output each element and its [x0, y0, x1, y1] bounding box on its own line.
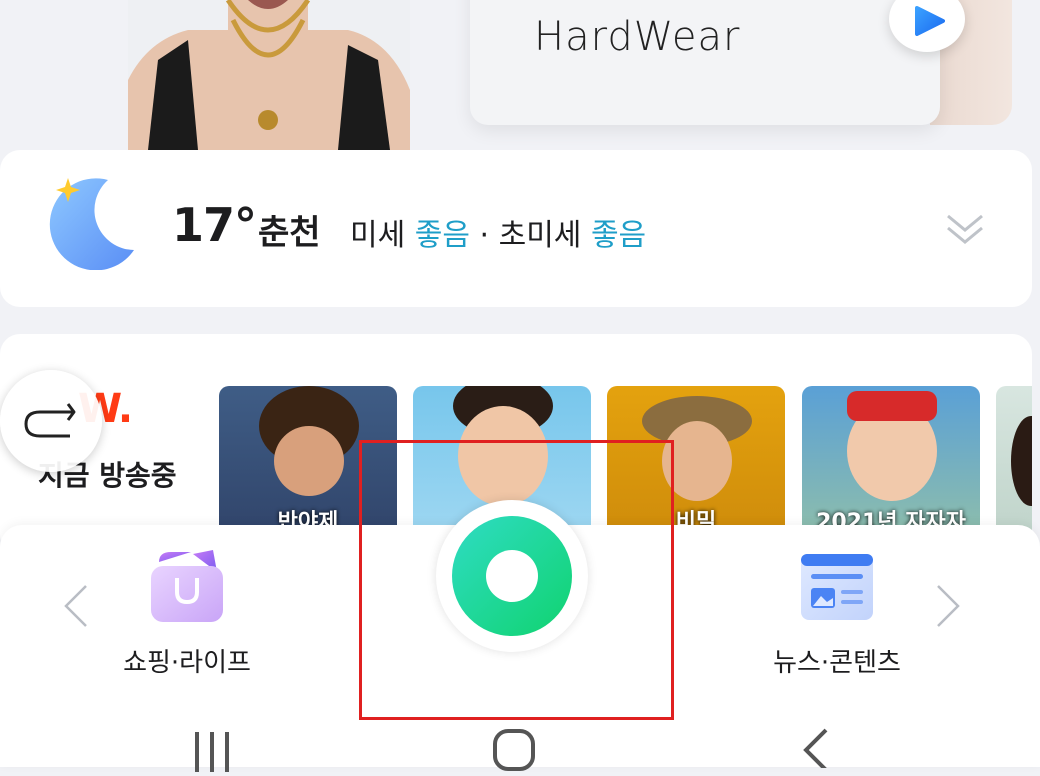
shopping-life-item[interactable]: 쇼핑·라이프 [110, 548, 264, 679]
return-arrow-icon [24, 403, 76, 438]
ultrafine-dust-label: 초미세 [498, 218, 582, 253]
news-content-label: 뉴스·콘텐츠 [773, 648, 901, 678]
banner-model-image [128, 0, 410, 150]
moon-icon [49, 178, 134, 270]
temperature: 17° [172, 198, 257, 252]
ad-banner[interactable]: HardWear [0, 0, 1040, 150]
system-navigation-bar [0, 720, 1040, 772]
news-icon [801, 554, 873, 620]
ultrafine-dust-value: 좋음 [590, 218, 647, 253]
chevron-right-icon[interactable] [934, 584, 962, 628]
separator: · [479, 218, 490, 253]
return-button[interactable] [0, 370, 102, 472]
shopping-life-label: 쇼핑·라이프 [123, 648, 251, 678]
double-chevron-down-icon[interactable] [944, 210, 986, 248]
banner-title: HardWear [534, 14, 741, 60]
fine-dust-label: 미세 [350, 218, 406, 253]
news-content-item[interactable]: 뉴스·콘텐츠 [760, 552, 914, 679]
weather-card[interactable]: 17° 춘천 미세 좋음 · 초미세 좋음 [0, 150, 1032, 307]
recent-apps-icon[interactable] [192, 732, 232, 772]
shopping-bag-icon [151, 550, 223, 622]
chevron-left-icon[interactable] [62, 584, 90, 628]
back-icon[interactable] [800, 728, 830, 772]
play-icon [915, 6, 945, 36]
air-quality: 미세 좋음 · 초미세 좋음 [350, 210, 646, 254]
city-name: 춘천 [258, 213, 321, 253]
highlight-box [359, 440, 674, 720]
fine-dust-value: 좋음 [414, 218, 470, 253]
home-icon[interactable] [492, 728, 536, 772]
